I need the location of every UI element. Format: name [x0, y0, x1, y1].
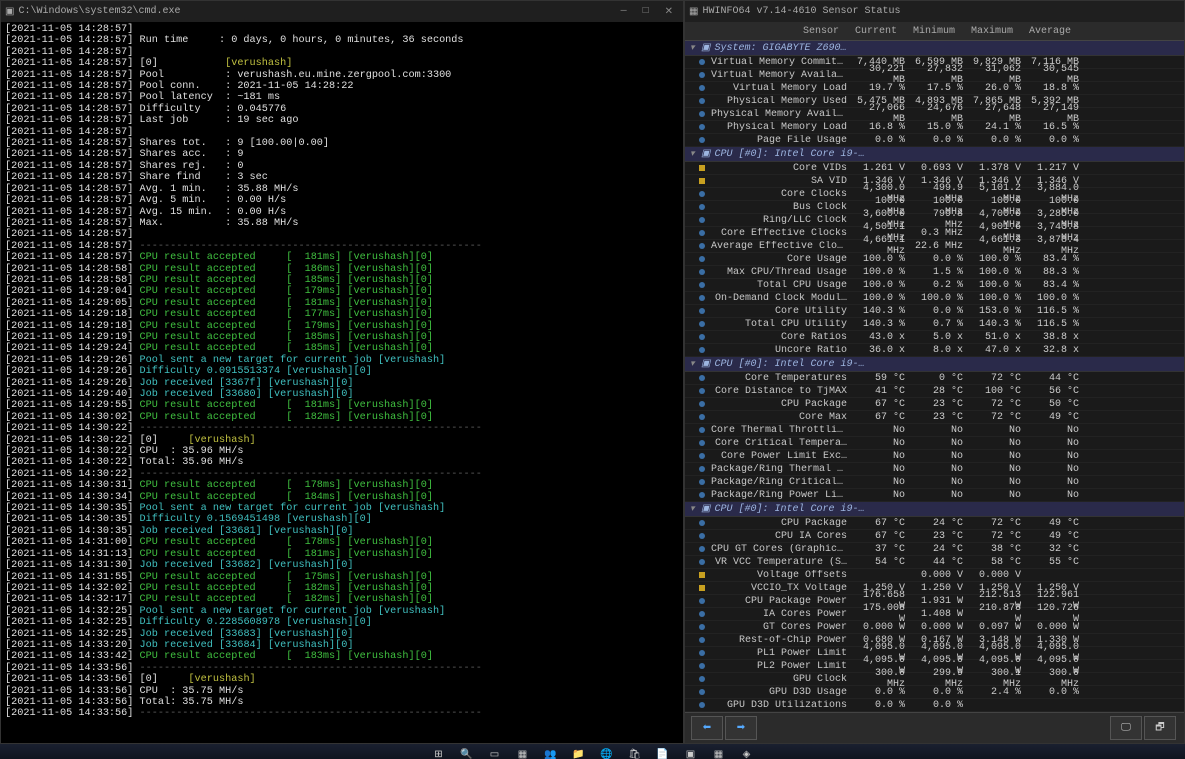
col-average[interactable]: Average	[1019, 26, 1077, 37]
sensor-row[interactable]: VR VCC Temperature (S…54 °C44 °C58 °C55 …	[685, 556, 1184, 569]
sensor-row[interactable]: CPU Package67 °C24 °C72 °C49 °C	[685, 517, 1184, 530]
minimize-button[interactable]: —	[621, 6, 627, 18]
sensor-row[interactable]: Core Temperatures59 °C0 °C72 °C44 °C	[685, 372, 1184, 385]
taskbar-app-icon[interactable]: ◈	[736, 744, 758, 759]
cmd-titlebar[interactable]: ▣ C:\Windows\system32\cmd.exe — □ ✕	[1, 1, 683, 22]
sensor-row[interactable]: CPU IA Cores67 °C23 °C72 °C49 °C	[685, 530, 1184, 543]
taskbar[interactable]: ⊞ 🔍 ▭ ▦ 👥 📁 🌐 🛍 📄 ▣ ▦ ◈	[0, 744, 1185, 759]
taskbar-start-icon[interactable]: ⊞	[428, 744, 450, 759]
sensor-row[interactable]: Core Utility140.3 %0.0 %153.0 %116.5 %	[685, 305, 1184, 318]
sensor-row[interactable]: On-Demand Clock Modul…100.0 %100.0 %100.…	[685, 292, 1184, 305]
nav-back-button[interactable]: ⬅	[691, 716, 723, 740]
sensor-row[interactable]: Ring/LLC Clock3,600.0 MHz799.8 MHz4,700.…	[685, 214, 1184, 227]
sensor-row[interactable]: CPU Package Power176.658 W1.931 W212.513…	[685, 595, 1184, 608]
sensor-row[interactable]: GPU Clock300.0 MHz299.9 MHz300.1 MHz300.…	[685, 673, 1184, 686]
sensor-row[interactable]: CPU GT Cores (Graphics)37 °C24 °C38 °C32…	[685, 543, 1184, 556]
nav-fwd-button[interactable]: ➡	[725, 716, 757, 740]
sensor-row[interactable]: Core Ratios43.0 x5.0 x51.0 x38.8 x	[685, 331, 1184, 344]
cmd-output: [2021-11-05 14:28:57] [2021-11-05 14:28:…	[1, 22, 683, 743]
taskbar-teams-icon[interactable]: 👥	[540, 744, 562, 759]
sensor-section[interactable]: ▾▣CPU [#0]: Intel Core i9-…	[685, 502, 1184, 517]
taskbar-terminal-icon[interactable]: ▣	[680, 744, 702, 759]
sensor-row[interactable]: Core Effective Clocks4,501.1 MHz0.3 MHz4…	[685, 227, 1184, 240]
sensor-row[interactable]: CPU Package67 °C23 °C72 °C50 °C	[685, 398, 1184, 411]
sensor-row[interactable]: Total CPU Usage100.0 %0.2 %100.0 %83.4 %	[685, 279, 1184, 292]
taskbar-task-view-icon[interactable]: ▭	[484, 744, 506, 759]
hwinfo-window: ▦ HWINFO64 v7.14-4610 Sensor Status Sens…	[684, 0, 1185, 744]
sensor-row[interactable]: Core Critical Tempera…NoNoNoNo	[685, 437, 1184, 450]
col-minimum[interactable]: Minimum	[903, 26, 961, 37]
hwinfo-title: HWINFO64 v7.14-4610 Sensor Status	[702, 6, 900, 17]
sensor-row[interactable]: GT Cores Power0.000 W0.000 W0.097 W0.000…	[685, 621, 1184, 634]
sensor-row[interactable]: Core Power Limit Exc…NoNoNoNo	[685, 450, 1184, 463]
close-button[interactable]: ✕	[665, 6, 673, 18]
hwinfo-toolbar: ⬅ ➡ 🖵 🗗	[685, 712, 1184, 743]
sensor-row[interactable]: Virtual Memory Load19.7 %17.5 %26.0 %18.…	[685, 82, 1184, 95]
sensor-row[interactable]: GPU D3D Utilizations0.0 %0.0 %	[685, 699, 1184, 712]
sensor-row[interactable]: Core Max67 °C23 °C72 °C49 °C	[685, 411, 1184, 424]
sensor-section[interactable]: ▾▣CPU [#0]: Intel Core i9-…	[685, 147, 1184, 162]
sensor-row[interactable]: Package/Ring Power Limi…NoNoNoNo	[685, 489, 1184, 502]
sensor-row[interactable]: Page File Usage0.0 %0.0 %0.0 %0.0 %	[685, 134, 1184, 147]
sensor-row[interactable]: Physical Memory Load16.8 %15.0 %24.1 %16…	[685, 121, 1184, 134]
hwinfo-sensor-list[interactable]: ▾▣System: GIGABYTE Z690…Virtual Memory C…	[685, 41, 1184, 712]
sensor-row[interactable]: Core Usage100.0 %0.0 %100.0 %83.4 %	[685, 253, 1184, 266]
cmd-title: C:\Windows\system32\cmd.exe	[18, 6, 180, 17]
sensor-row[interactable]: Average Effective Clock4,661.1 MHz22.6 M…	[685, 240, 1184, 253]
col-maximum[interactable]: Maximum	[961, 26, 1019, 37]
cmd-window: ▣ C:\Windows\system32\cmd.exe — □ ✕ [202…	[0, 0, 684, 744]
col-sensor[interactable]: Sensor	[685, 26, 845, 37]
sensor-section[interactable]: ▾▣CPU [#0]: Intel Core i9-…	[685, 357, 1184, 372]
sensor-row[interactable]: IA Cores Power175.008 W1.408 W210.873 W1…	[685, 608, 1184, 621]
sensor-row[interactable]: Core Thermal ThrottlingNoNoNoNo	[685, 424, 1184, 437]
sensor-row[interactable]: VCCIO_TX Voltage1.250 V1.250 V1.250 V1.2…	[685, 582, 1184, 595]
taskbar-notepad-icon[interactable]: 📄	[652, 744, 674, 759]
hwinfo-column-headers: Sensor Current Minimum Maximum Average	[685, 22, 1184, 41]
col-current[interactable]: Current	[845, 26, 903, 37]
screenshot-button[interactable]: 🖵	[1110, 716, 1142, 740]
sensor-section[interactable]: ▾▣System: GIGABYTE Z690…	[685, 41, 1184, 56]
sensor-row[interactable]: Core Distance to TjMAX41 °C28 °C100 °C56…	[685, 385, 1184, 398]
sensor-row[interactable]: Voltage Offsets0.000 V0.000 V	[685, 569, 1184, 582]
sensor-row[interactable]: Package/Ring Critical Te…NoNoNoNo	[685, 476, 1184, 489]
sensor-row[interactable]: GPU D3D Usage0.0 %0.0 %2.4 %0.0 %	[685, 686, 1184, 699]
cmd-icon: ▣	[5, 6, 14, 18]
sensor-row[interactable]: Uncore Ratio36.0 x8.0 x47.0 x32.8 x	[685, 344, 1184, 357]
taskbar-hwinfo-icon[interactable]: ▦	[708, 744, 730, 759]
sensor-row[interactable]: Package/Ring Thermal T…NoNoNoNo	[685, 463, 1184, 476]
taskbar-widgets-icon[interactable]: ▦	[512, 744, 534, 759]
hwinfo-icon: ▦	[689, 6, 698, 18]
sensor-row[interactable]: Total CPU Utility140.3 %0.7 %140.3 %116.…	[685, 318, 1184, 331]
maximize-button[interactable]: □	[643, 6, 649, 18]
sensor-row[interactable]: Physical Memory Available27,066 MB24,676…	[685, 108, 1184, 121]
layout-button[interactable]: 🗗	[1144, 716, 1176, 740]
taskbar-edge-icon[interactable]: 🌐	[596, 744, 618, 759]
hwinfo-titlebar[interactable]: ▦ HWINFO64 v7.14-4610 Sensor Status	[685, 1, 1184, 22]
sensor-row[interactable]: Core VIDs1.261 V0.693 V1.378 V1.217 V	[685, 162, 1184, 175]
taskbar-explorer-icon[interactable]: 📁	[568, 744, 590, 759]
sensor-row[interactable]: Virtual Memory Available30,221 MB27,832 …	[685, 69, 1184, 82]
sensor-row[interactable]: Max CPU/Thread Usage100.0 %1.5 %100.0 %8…	[685, 266, 1184, 279]
taskbar-store-icon[interactable]: 🛍	[624, 744, 646, 759]
taskbar-search-icon[interactable]: 🔍	[456, 744, 478, 759]
